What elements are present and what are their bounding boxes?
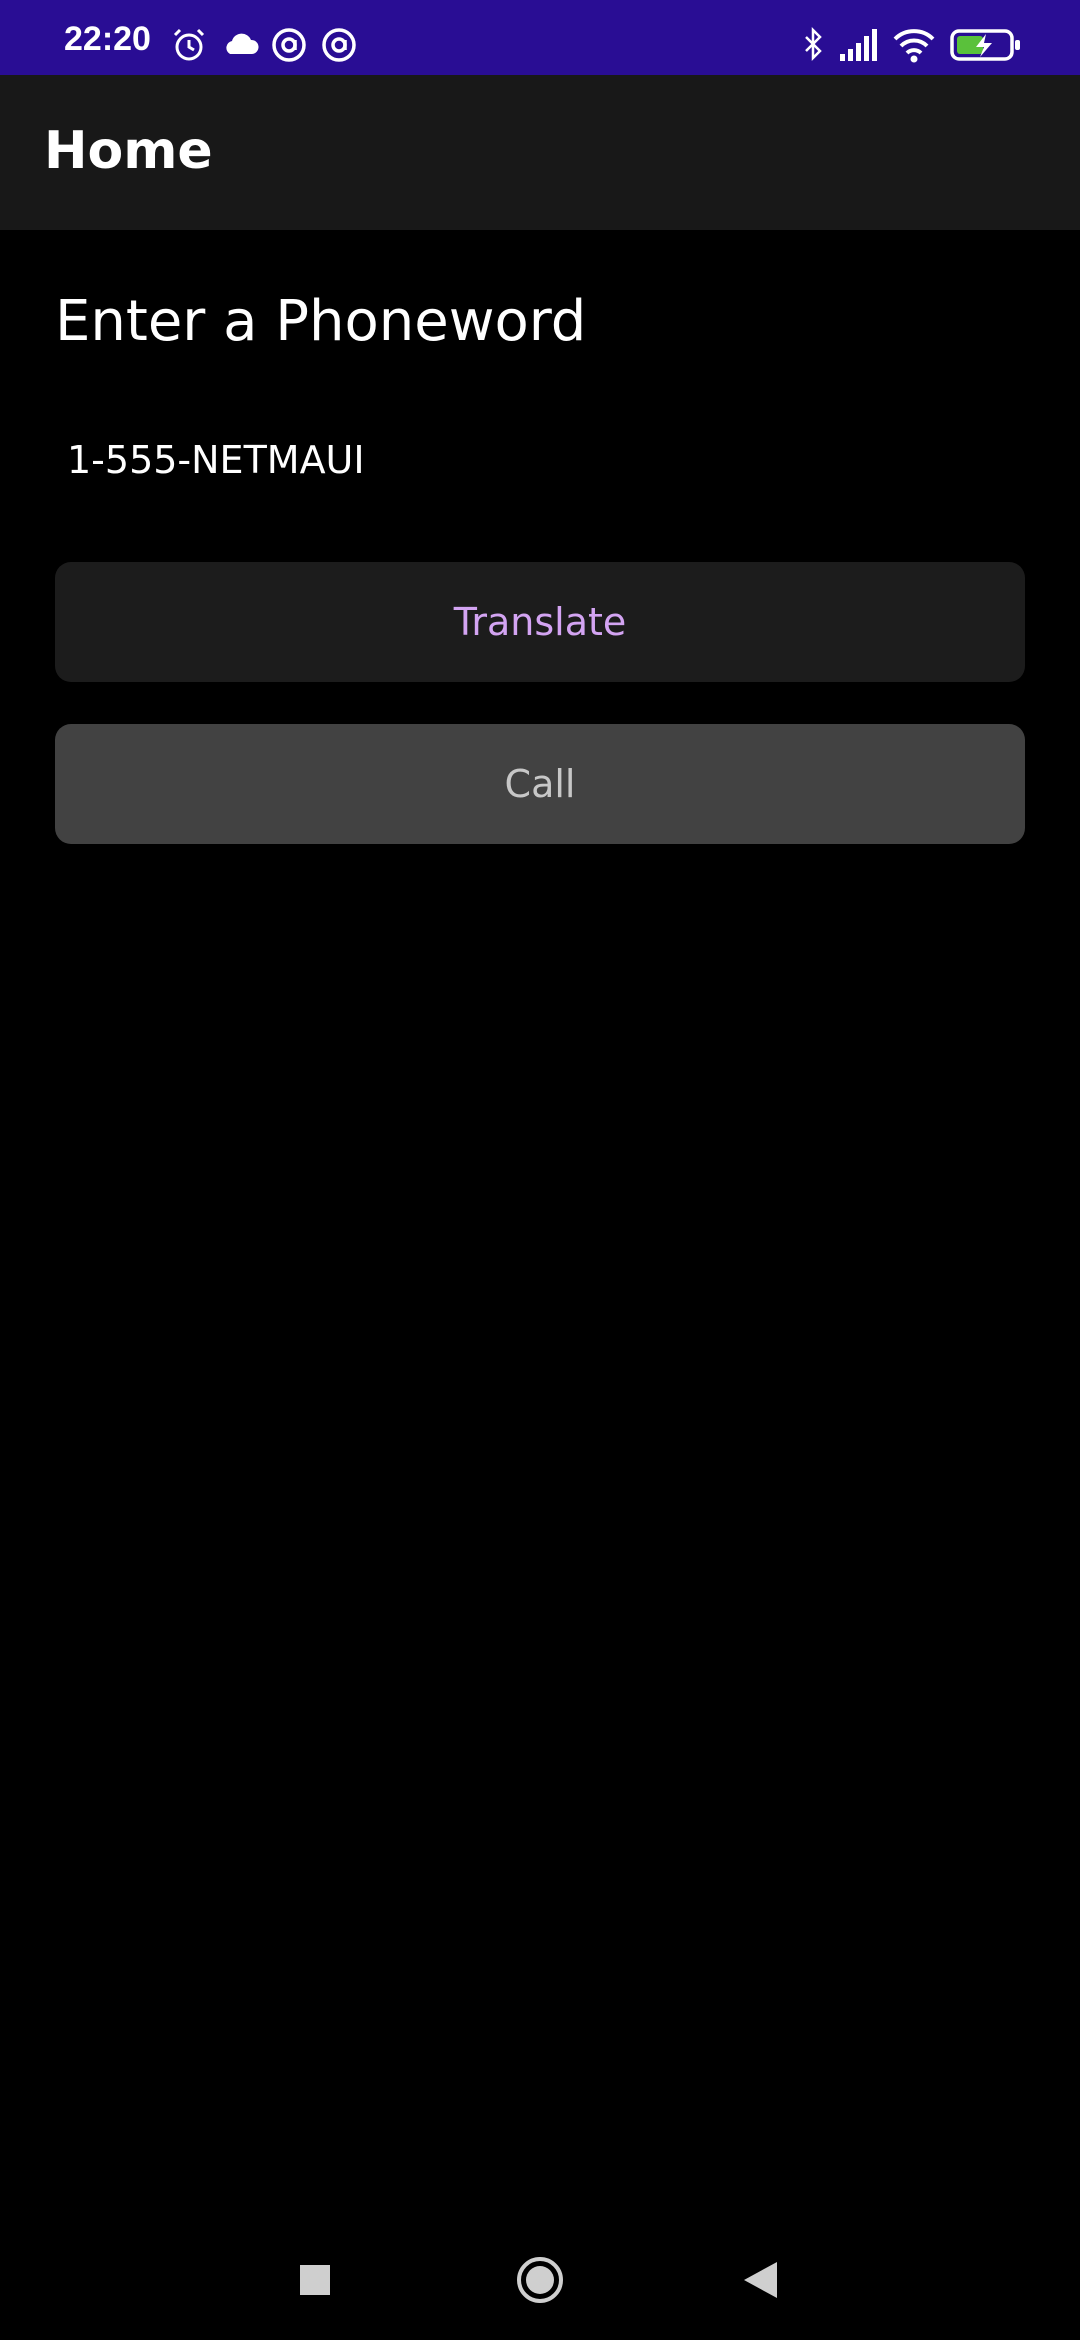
enter-phoneword-label: Enter a Phoneword (55, 289, 587, 354)
phoneword-input[interactable] (55, 430, 1037, 490)
at-sign-icon (270, 26, 308, 64)
system-nav-bar (0, 2220, 1080, 2340)
page-title: Home (44, 121, 213, 181)
status-time: 22:20 (64, 20, 151, 58)
app-bar: Home (0, 75, 1080, 230)
signal-icon (838, 26, 880, 64)
alarm-icon (170, 26, 208, 64)
phoneword-screen: 22:20 Home Enter a Phoneword Tra (0, 0, 1080, 2340)
wifi-icon (892, 26, 936, 64)
home-circle-icon[interactable] (510, 2250, 570, 2310)
back-triangle-icon[interactable] (730, 2250, 790, 2310)
call-button[interactable]: Call (55, 724, 1025, 844)
translate-button[interactable]: Translate (55, 562, 1025, 682)
status-bar: 22:20 (0, 0, 1080, 75)
cloud-icon (220, 26, 262, 64)
bluetooth-icon (798, 26, 828, 64)
battery-charging-icon (950, 26, 1022, 64)
at-sign-icon (320, 26, 358, 64)
recents-square-icon[interactable] (285, 2250, 345, 2310)
